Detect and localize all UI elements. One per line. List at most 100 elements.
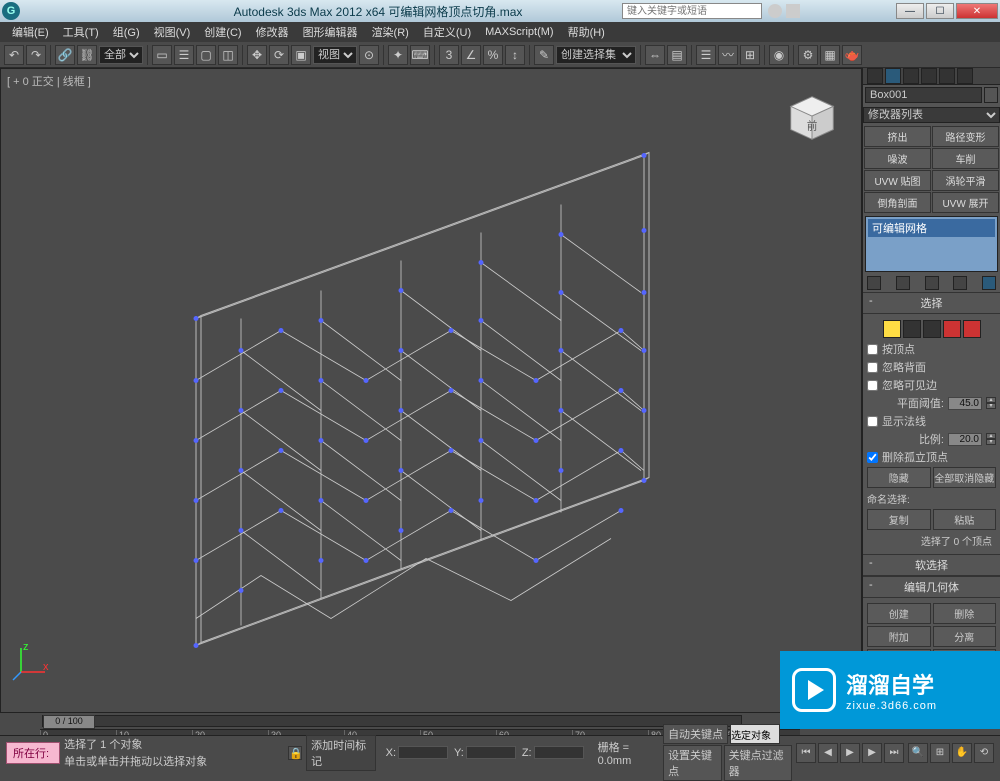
add-time-tag-button[interactable]: 添加时间标记 bbox=[306, 735, 376, 771]
unhide-all-button[interactable]: 全部取消隐藏 bbox=[933, 467, 997, 488]
lock-icon[interactable]: 🔒 bbox=[288, 746, 302, 760]
remove-mod-icon[interactable] bbox=[953, 276, 967, 290]
rollout-softsel-header[interactable]: 软选择 bbox=[863, 555, 1000, 576]
play-button[interactable]: ▶ bbox=[840, 743, 860, 763]
ignore-visible-checkbox[interactable] bbox=[867, 380, 878, 391]
nav-zoom-icon[interactable]: 🔍 bbox=[908, 743, 928, 763]
select-name-button[interactable]: ☰ bbox=[174, 45, 194, 65]
hierarchy-tab-icon[interactable] bbox=[903, 68, 919, 84]
modifier-stack[interactable]: 可编辑网格 bbox=[865, 216, 998, 272]
subobj-face-icon[interactable] bbox=[923, 320, 941, 338]
x-input[interactable] bbox=[398, 746, 448, 759]
rollout-selection-header[interactable]: 选择 bbox=[863, 293, 1000, 314]
modbtn-pathdeform[interactable]: 路径变形 bbox=[932, 126, 999, 147]
pivot-button[interactable]: ⊙ bbox=[359, 45, 379, 65]
scale-button[interactable]: ▣ bbox=[291, 45, 311, 65]
redo-button[interactable]: ↷ bbox=[26, 45, 46, 65]
nav-orbit-icon[interactable]: ⟲ bbox=[974, 743, 994, 763]
render-frame-button[interactable]: ▦ bbox=[820, 45, 840, 65]
motion-tab-icon[interactable] bbox=[921, 68, 937, 84]
delete-button[interactable]: 删除 bbox=[933, 603, 997, 624]
manipulate-button[interactable]: ✦ bbox=[388, 45, 408, 65]
modbtn-bevelprofile[interactable]: 倒角剖面 bbox=[864, 192, 931, 213]
spinner-down-icon[interactable]: ▾ bbox=[986, 403, 996, 409]
modify-tab-icon[interactable] bbox=[885, 68, 901, 84]
menu-maxscript[interactable]: MAXScript(M) bbox=[479, 24, 559, 40]
region-rect-button[interactable]: ▢ bbox=[196, 45, 216, 65]
configure-icon[interactable] bbox=[982, 276, 996, 290]
z-input[interactable] bbox=[534, 746, 584, 759]
star-icon[interactable] bbox=[786, 4, 800, 18]
goto-start-button[interactable]: ⏮ bbox=[796, 743, 816, 763]
nav-pan-icon[interactable]: ✋ bbox=[952, 743, 972, 763]
delete-isolated-checkbox[interactable] bbox=[867, 452, 878, 463]
menu-edit[interactable]: 编辑(E) bbox=[6, 22, 55, 42]
material-editor-button[interactable]: ◉ bbox=[769, 45, 789, 65]
normal-scale-input[interactable] bbox=[948, 433, 982, 446]
spinner-down-icon[interactable]: ▾ bbox=[986, 439, 996, 445]
undo-button[interactable]: ↶ bbox=[4, 45, 24, 65]
modbtn-turbosmooth[interactable]: 涡轮平滑 bbox=[932, 170, 999, 191]
curve-editor-button[interactable]: 〰 bbox=[718, 45, 738, 65]
render-setup-button[interactable]: ⚙ bbox=[798, 45, 818, 65]
selection-filter-dropdown[interactable]: 全部 bbox=[99, 46, 143, 64]
snap-toggle-button[interactable]: 3 bbox=[439, 45, 459, 65]
window-crossing-button[interactable]: ◫ bbox=[218, 45, 238, 65]
create-tab-icon[interactable] bbox=[867, 68, 883, 84]
modbtn-noise[interactable]: 噪波 bbox=[864, 148, 931, 169]
viewcube-icon[interactable]: 前 bbox=[783, 89, 841, 147]
nav-zoomall-icon[interactable]: ⊞ bbox=[930, 743, 950, 763]
modbtn-uvwunwrap[interactable]: UVW 展开 bbox=[932, 192, 999, 213]
by-vertex-checkbox[interactable] bbox=[867, 344, 878, 355]
attach-button[interactable]: 附加 bbox=[867, 626, 931, 647]
mirror-button[interactable]: ⇔ bbox=[645, 45, 665, 65]
modbtn-uvwmap[interactable]: UVW 贴图 bbox=[864, 170, 931, 191]
keyboard-button[interactable]: ⌨ bbox=[410, 45, 430, 65]
hide-button[interactable]: 隐藏 bbox=[867, 467, 931, 488]
modbtn-lathe[interactable]: 车削 bbox=[932, 148, 999, 169]
prev-frame-button[interactable]: ◀ bbox=[818, 743, 838, 763]
rollout-editgeom-header[interactable]: 编辑几何体 bbox=[863, 577, 1000, 598]
y-input[interactable] bbox=[466, 746, 516, 759]
detach-button[interactable]: 分离 bbox=[933, 626, 997, 647]
subobj-poly-icon[interactable] bbox=[943, 320, 961, 338]
menu-help[interactable]: 帮助(H) bbox=[562, 22, 611, 42]
object-color-swatch[interactable] bbox=[984, 87, 998, 103]
next-frame-button[interactable]: ▶ bbox=[862, 743, 882, 763]
create-button[interactable]: 创建 bbox=[867, 603, 931, 624]
menu-rendering[interactable]: 渲染(R) bbox=[366, 22, 415, 42]
help-search-input[interactable] bbox=[622, 3, 762, 19]
minimize-button[interactable]: — bbox=[896, 3, 924, 19]
modbtn-extrude[interactable]: 挤出 bbox=[864, 126, 931, 147]
utilities-tab-icon[interactable] bbox=[957, 68, 973, 84]
planar-thresh-input[interactable] bbox=[948, 397, 982, 410]
percent-snap-button[interactable]: % bbox=[483, 45, 503, 65]
render-button[interactable]: 🫖 bbox=[842, 45, 862, 65]
close-button[interactable]: ✕ bbox=[956, 3, 998, 19]
menu-create[interactable]: 创建(C) bbox=[198, 22, 247, 42]
menu-tools[interactable]: 工具(T) bbox=[57, 22, 105, 42]
paste-sel-button[interactable]: 粘贴 bbox=[933, 509, 997, 530]
stack-item-editable-mesh[interactable]: 可编辑网格 bbox=[868, 219, 995, 237]
show-normals-checkbox[interactable] bbox=[867, 416, 878, 427]
time-slider-track[interactable]: 0 / 100 bbox=[42, 715, 742, 727]
keyfilter-button[interactable]: 关键点过滤器 bbox=[724, 745, 792, 781]
spinner-snap-button[interactable]: ↕ bbox=[505, 45, 525, 65]
autokey-button[interactable]: 自动关键点 bbox=[663, 724, 728, 744]
menu-grapheditors[interactable]: 图形编辑器 bbox=[297, 22, 364, 42]
copy-sel-button[interactable]: 复制 bbox=[867, 509, 931, 530]
object-name-input[interactable] bbox=[865, 87, 982, 103]
menu-modifiers[interactable]: 修改器 bbox=[250, 22, 295, 42]
rotate-button[interactable]: ⟳ bbox=[269, 45, 289, 65]
show-end-icon[interactable] bbox=[896, 276, 910, 290]
angle-snap-button[interactable]: ∠ bbox=[461, 45, 481, 65]
pin-stack-icon[interactable] bbox=[867, 276, 881, 290]
select-button[interactable]: ▭ bbox=[152, 45, 172, 65]
named-selection-dropdown[interactable]: 创建选择集 bbox=[556, 46, 636, 64]
edit-named-sel-button[interactable]: ✎ bbox=[534, 45, 554, 65]
key-target-dropdown[interactable] bbox=[730, 724, 780, 744]
ignore-backfacing-checkbox[interactable] bbox=[867, 362, 878, 373]
time-slider-thumb[interactable]: 0 / 100 bbox=[43, 715, 95, 729]
viewport[interactable]: [ + 0 正交 | 线框 ] bbox=[0, 68, 862, 713]
goto-end-button[interactable]: ⏭ bbox=[884, 743, 904, 763]
